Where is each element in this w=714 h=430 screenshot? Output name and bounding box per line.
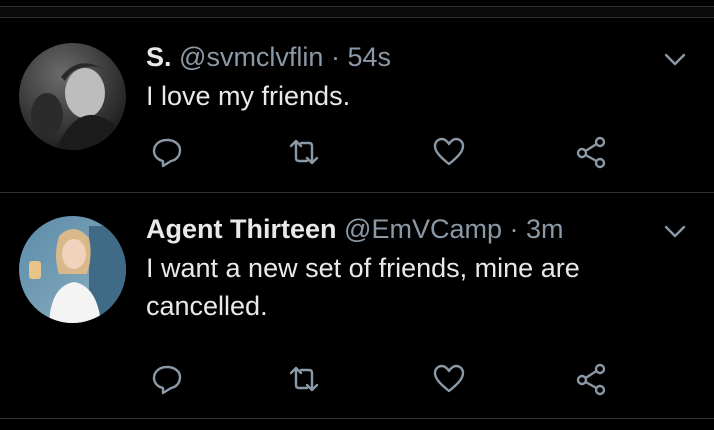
timestamp[interactable]: 3m bbox=[526, 214, 564, 244]
retweet-icon bbox=[289, 139, 319, 165]
avatar-photo bbox=[19, 216, 126, 323]
like-button[interactable] bbox=[432, 135, 466, 169]
tweet-header: S. @svmclvflin · 54s bbox=[146, 40, 391, 74]
tweet[interactable]: Agent Thirteen @EmVCamp · 3m I want a ne… bbox=[0, 193, 714, 419]
share-icon bbox=[576, 136, 606, 169]
share-button[interactable] bbox=[574, 135, 608, 169]
reply-icon bbox=[152, 138, 182, 168]
like-heart-icon bbox=[433, 137, 465, 166]
user-handle[interactable]: @svmclvflin bbox=[179, 42, 323, 72]
timeline-divider bbox=[0, 6, 714, 18]
tweet[interactable]: S. @svmclvflin · 54s I love my friends. bbox=[0, 18, 714, 193]
display-name[interactable]: S. bbox=[146, 42, 172, 72]
avatar[interactable] bbox=[19, 216, 126, 323]
avatar-photo bbox=[19, 43, 126, 150]
tweet-header: Agent Thirteen @EmVCamp · 3m bbox=[146, 212, 564, 246]
share-button[interactable] bbox=[574, 362, 608, 396]
like-heart-icon bbox=[433, 364, 465, 393]
chevron-down-icon bbox=[664, 53, 686, 66]
like-button[interactable] bbox=[432, 362, 466, 396]
timestamp[interactable]: 54s bbox=[347, 42, 391, 72]
tweet-text: I love my friends. bbox=[146, 81, 351, 111]
chevron-down-icon bbox=[664, 225, 686, 238]
avatar[interactable] bbox=[19, 43, 126, 150]
user-handle[interactable]: @EmVCamp bbox=[344, 214, 502, 244]
more-options-button[interactable] bbox=[660, 216, 690, 246]
tweet-actions bbox=[150, 135, 610, 169]
reply-icon bbox=[152, 365, 182, 395]
reply-button[interactable] bbox=[150, 135, 184, 169]
more-options-button[interactable] bbox=[660, 44, 690, 74]
retweet-button[interactable] bbox=[287, 362, 321, 396]
retweet-button[interactable] bbox=[287, 135, 321, 169]
display-name[interactable]: Agent Thirteen bbox=[146, 214, 337, 244]
retweet-icon bbox=[289, 366, 319, 392]
tweet-text: I want a new set of friends, mine are ca… bbox=[146, 253, 580, 321]
separator-dot: · bbox=[330, 42, 340, 72]
tweet-actions bbox=[150, 362, 610, 396]
reply-button[interactable] bbox=[150, 362, 184, 396]
share-icon bbox=[576, 363, 606, 396]
separator-dot: · bbox=[509, 214, 519, 244]
